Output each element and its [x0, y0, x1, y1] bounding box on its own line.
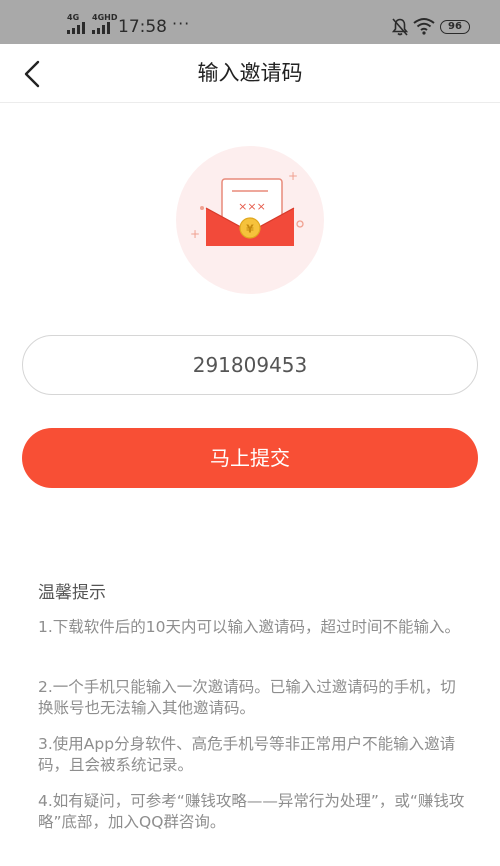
- svg-text:+: +: [190, 227, 200, 241]
- svg-text:+: +: [288, 169, 298, 183]
- tips-title: 温馨提示: [38, 583, 106, 603]
- page-title: 输入邀请码: [197, 61, 303, 85]
- coin-yen-symbol: ¥: [246, 223, 254, 236]
- invite-code-input[interactable]: [22, 335, 478, 395]
- muted-bell-icon: [392, 18, 408, 36]
- nav-bar: 输入邀请码: [0, 44, 500, 103]
- wifi-icon: [413, 18, 435, 35]
- tip-item-3: 3.使用App分身软件、高危手机号等非正常用户不能输入邀请码，且会被系统记录。: [38, 735, 456, 774]
- cellular-signal-icon: 4G: [67, 14, 87, 34]
- more-notifications-icon: ···: [172, 14, 191, 33]
- status-time: 17:58: [118, 17, 167, 37]
- red-envelope-illustration: + + ××× ¥: [176, 146, 324, 294]
- tip-item-1: 1.下载软件后的10天内可以输入邀请码，超过时间不能输入。: [38, 618, 461, 636]
- cellular-signal-2-icon: 4GHD: [92, 14, 117, 34]
- tip-item-4: 4.如有疑问，可参考“赚钱攻略——异常行为处理”，或“赚钱攻略”底部，加入QQ群…: [38, 792, 465, 831]
- status-bar: 4G 4GHD 17:58 ··· 96: [0, 0, 500, 44]
- network-type-2-label: 4GHD: [92, 13, 118, 22]
- tip-item-2: 2.一个手机只能输入一次邀请码。已输入过邀请码的手机，切换账号也无法输入其他邀请…: [38, 678, 456, 717]
- letter-text: ×××: [238, 200, 266, 213]
- submit-button[interactable]: 马上提交: [22, 428, 478, 488]
- network-type-label: 4G: [67, 13, 80, 22]
- battery-indicator: 96: [440, 20, 470, 34]
